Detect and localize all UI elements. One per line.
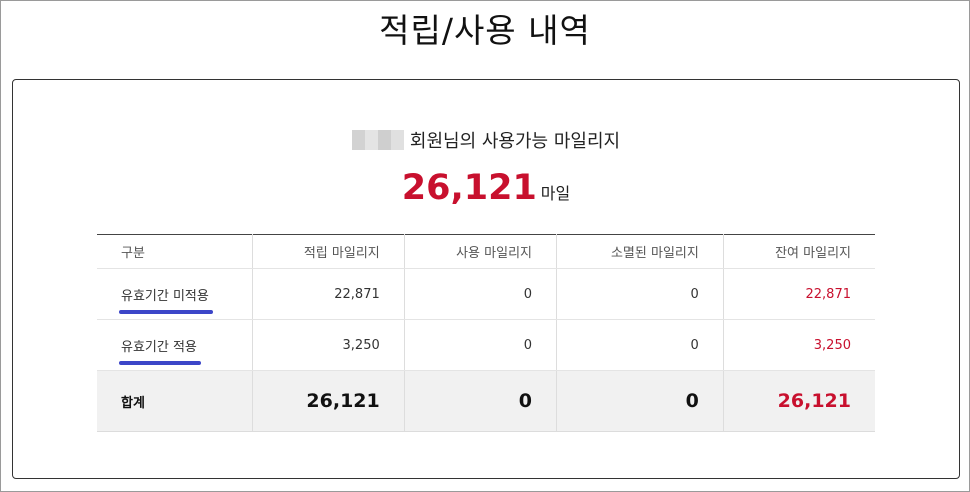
earned-cell: 22,871 <box>252 268 405 320</box>
blurred-member-name <box>351 130 404 150</box>
available-mileage: 26,121 마일 <box>13 168 959 208</box>
expired-cell: 0 <box>556 268 724 320</box>
row-label-text: 유효기간 미적용 <box>121 288 209 304</box>
remaining-cell: 22,871 <box>723 268 875 320</box>
row-label-no-expiry[interactable]: 유효기간 미적용 <box>119 285 213 314</box>
available-amount: 26,121 <box>401 168 537 208</box>
total-used: 0 <box>404 370 558 432</box>
row-label-text: 유효기간 적용 <box>121 339 197 355</box>
remaining-cell: 3,250 <box>723 319 875 371</box>
used-cell: 0 <box>404 319 558 371</box>
mileage-table: 구분 적립 마일리지 사용 마일리지 소멸된 마일리지 잔여 마일리지 유효기간… <box>97 234 875 432</box>
page-title: 적립/사용 내역 <box>379 11 591 50</box>
expired-cell: 0 <box>556 319 724 371</box>
total-row: 합계 26,121 0 0 26,121 <box>97 370 875 432</box>
used-cell: 0 <box>404 268 558 320</box>
table-row: 유효기간 적용 3,250 0 0 3,250 <box>97 319 875 371</box>
total-label: 합계 <box>97 370 253 432</box>
underline-mark <box>119 309 213 314</box>
header-category: 구분 <box>97 234 253 269</box>
header-used: 사용 마일리지 <box>404 234 558 269</box>
member-summary: 회원님의 사용가능 마일리지 <box>13 127 959 153</box>
row-label-cell: 유효기간 미적용 <box>97 268 253 320</box>
table-row: 유효기간 미적용 22,871 0 0 22,871 <box>97 268 875 320</box>
row-label-cell: 유효기간 적용 <box>97 319 253 371</box>
mileage-card: 회원님의 사용가능 마일리지 26,121 마일 구분 적립 마일리지 사용 마일… <box>12 79 960 479</box>
member-summary-text: 회원님의 사용가능 마일리지 <box>409 131 621 152</box>
total-remaining: 26,121 <box>723 370 875 432</box>
earned-cell: 3,250 <box>252 319 405 371</box>
header-remaining: 잔여 마일리지 <box>723 234 875 269</box>
underline-mark <box>119 360 201 365</box>
row-label-with-expiry[interactable]: 유효기간 적용 <box>119 336 201 365</box>
header-earned: 적립 마일리지 <box>252 234 405 269</box>
header-expired: 소멸된 마일리지 <box>556 234 724 269</box>
total-expired: 0 <box>556 370 724 432</box>
table-header-row: 구분 적립 마일리지 사용 마일리지 소멸된 마일리지 잔여 마일리지 <box>97 234 875 269</box>
total-earned: 26,121 <box>252 370 405 432</box>
amount-unit: 마일 <box>540 184 571 203</box>
